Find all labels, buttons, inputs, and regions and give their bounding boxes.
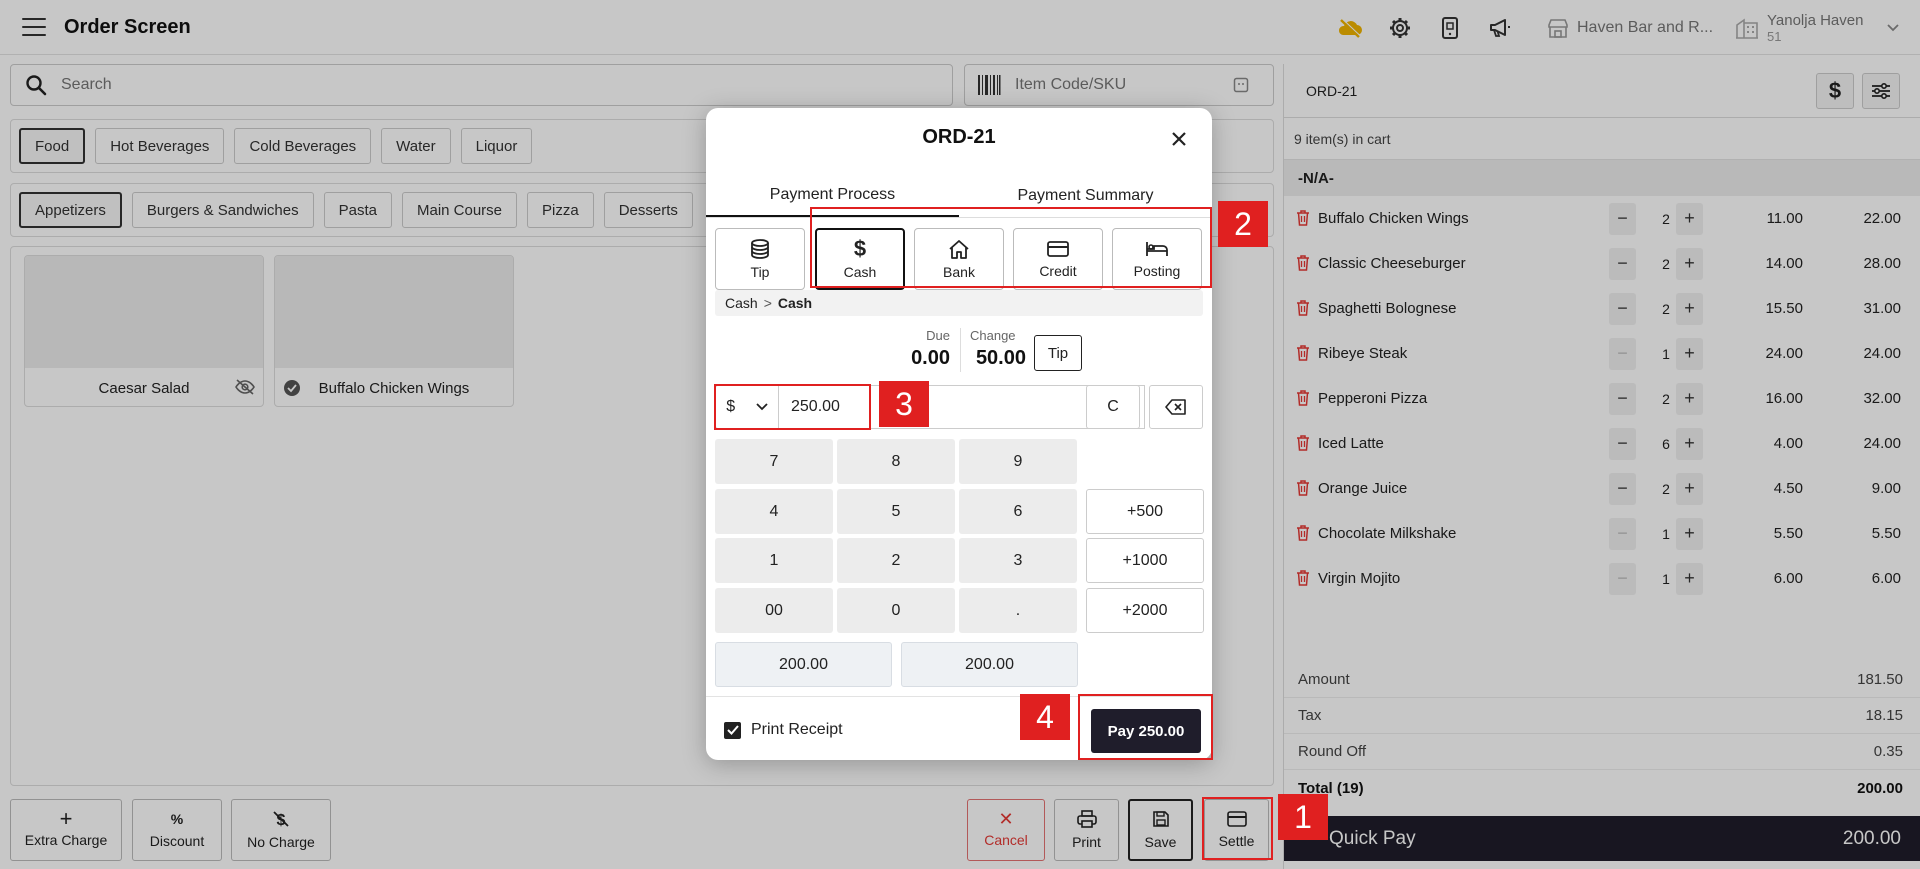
payment-tabs: Payment Process Payment Summary xyxy=(706,174,1212,218)
method-tip-label: Tip xyxy=(750,263,770,280)
payment-dialog: ORD-21 Payment Process Payment Summary T… xyxy=(706,108,1212,760)
dialog-footer: Print Receipt Pay 250.00 xyxy=(706,696,1212,760)
breadcrumb-parent: Cash xyxy=(725,295,758,311)
checkbox-checked-icon xyxy=(724,721,741,739)
home-icon xyxy=(949,239,969,259)
annotation-marker-4: 4 xyxy=(1020,694,1070,740)
payment-methods: Tip $ Cash Bank Credit Posting xyxy=(706,218,1212,290)
due-block: Due 0.00 xyxy=(894,328,950,370)
quick-add-2000[interactable]: +2000 xyxy=(1086,588,1204,633)
method-tip[interactable]: Tip xyxy=(715,228,805,290)
annotation-marker-3: 3 xyxy=(879,381,929,427)
method-bank[interactable]: Bank xyxy=(914,228,1004,290)
backspace-button[interactable] xyxy=(1149,385,1203,429)
currency-select[interactable]: $ xyxy=(715,385,779,429)
due-label: Due xyxy=(926,328,950,343)
preset-amount-2[interactable]: 200.00 xyxy=(901,642,1078,687)
bed-icon xyxy=(1146,241,1168,256)
method-bank-label: Bank xyxy=(943,263,975,280)
tip-button[interactable]: Tip xyxy=(1034,335,1082,371)
method-cash[interactable]: $ Cash xyxy=(815,228,905,290)
backspace-icon xyxy=(1165,399,1186,415)
print-receipt-checkbox[interactable]: Print Receipt xyxy=(724,721,843,739)
close-icon[interactable] xyxy=(1166,126,1192,152)
keypad-key[interactable]: 4 xyxy=(715,489,833,534)
tab-payment-process[interactable]: Payment Process xyxy=(706,174,959,217)
tab-payment-summary[interactable]: Payment Summary xyxy=(959,174,1212,217)
breadcrumb: Cash > Cash xyxy=(715,290,1203,316)
keypad-key[interactable]: 9 xyxy=(959,439,1077,484)
keypad-key[interactable]: 7 xyxy=(715,439,833,484)
due-divider xyxy=(960,328,961,372)
print-receipt-label: Print Receipt xyxy=(751,721,843,738)
keypad-key[interactable]: 8 xyxy=(837,439,955,484)
annotation-marker-1: 1 xyxy=(1278,794,1328,840)
chevron-down-icon xyxy=(756,403,768,411)
keypad-key[interactable]: 3 xyxy=(959,538,1077,583)
keypad-key[interactable]: 5 xyxy=(837,489,955,534)
clear-button[interactable]: C xyxy=(1086,385,1140,429)
keypad-key[interactable]: 2 xyxy=(837,538,955,583)
breadcrumb-current: Cash xyxy=(777,295,813,311)
currency-value: $ xyxy=(726,398,736,415)
credit-card-icon xyxy=(1047,240,1069,257)
breadcrumb-separator: > xyxy=(763,295,772,311)
quick-add-1000[interactable]: +1000 xyxy=(1086,538,1204,583)
change-block: Change 50.00 xyxy=(970,328,1026,370)
method-cash-label: Cash xyxy=(843,263,877,280)
keypad-key[interactable]: 6 xyxy=(959,489,1077,534)
quick-add-500[interactable]: +500 xyxy=(1086,489,1204,534)
dialog-title: ORD-21 xyxy=(922,126,996,148)
keypad-key[interactable]: 00 xyxy=(715,588,833,633)
change-value: 50.00 xyxy=(975,347,1026,369)
pay-button[interactable]: Pay 250.00 xyxy=(1091,709,1201,753)
keypad-key[interactable]: 1 xyxy=(715,538,833,583)
dollar-icon: $ xyxy=(853,235,867,261)
method-posting-label: Posting xyxy=(1133,262,1181,279)
keypad-key[interactable]: 0 xyxy=(837,588,955,633)
coins-icon xyxy=(751,238,769,259)
method-credit-label: Credit xyxy=(1039,262,1077,279)
method-posting[interactable]: Posting xyxy=(1112,228,1202,290)
annotation-marker-2: 2 xyxy=(1218,201,1268,247)
method-credit[interactable]: Credit xyxy=(1013,228,1103,290)
due-value: 0.00 xyxy=(911,347,950,369)
preset-amount-1[interactable]: 200.00 xyxy=(715,642,892,687)
change-label: Change xyxy=(970,328,1016,343)
keypad-key[interactable]: . xyxy=(959,588,1077,633)
